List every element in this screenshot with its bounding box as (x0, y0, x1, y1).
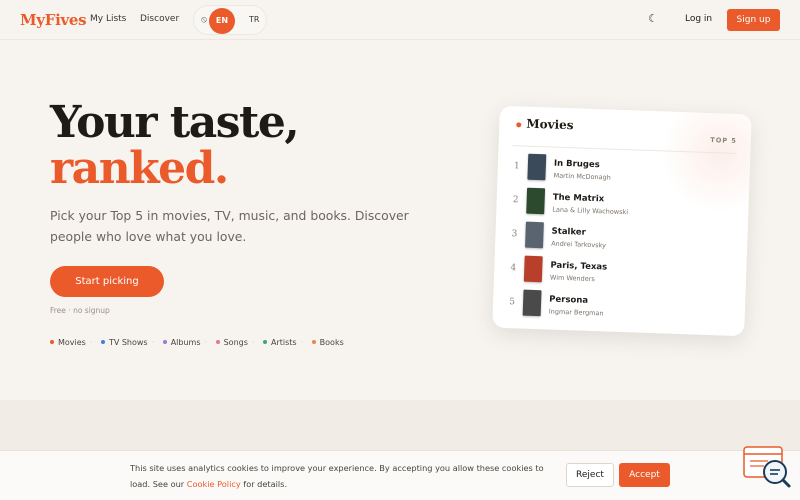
lang-en-button[interactable]: EN (209, 8, 235, 34)
poster-image (527, 153, 547, 181)
card-title-dot (516, 122, 522, 128)
language-switcher: ⦸ EN TR (193, 5, 267, 35)
hero-title-line1: Your taste, (50, 97, 300, 148)
rank-number: 1 (513, 161, 520, 172)
list-item: 5 Persona Ingmar Bergman (507, 288, 728, 326)
reject-button[interactable]: Reject (566, 463, 614, 487)
rank-number: 3 (511, 229, 518, 240)
item-creator: Andrei Tarkovsky (551, 239, 607, 250)
item-creator: Wim Wenders (549, 273, 595, 284)
category-albums[interactable]: Albums (162, 338, 201, 347)
signup-button[interactable]: Sign up (727, 9, 780, 31)
list-item: 2 The Matrix Lana & Lilly Wachowski (510, 186, 731, 224)
accept-button[interactable]: Accept (619, 463, 670, 487)
item-creator: Lana & Lilly Wachowski (552, 205, 629, 217)
category-movies[interactable]: Movies (50, 338, 86, 347)
cookie-text: This site uses analytics cookies to impr… (130, 463, 544, 489)
top5-badge: TOP 5 (710, 136, 738, 145)
list-item: 1 In Bruges Martin McDonagh (511, 152, 732, 190)
globe-off-icon[interactable]: ⦸ (199, 15, 209, 25)
top5-preview-card: Movies TOP 5 1 In Bruges Martin McDonagh… (492, 105, 752, 337)
category-dot (262, 339, 267, 344)
separator: · (89, 338, 93, 347)
separator: · (151, 338, 155, 347)
hero-title-line2: ranked. (50, 143, 229, 194)
list-item: 3 Stalker Andrei Tarkovsky (509, 220, 730, 258)
rank-number: 5 (509, 297, 516, 308)
item-title: Paris, Texas (550, 260, 608, 273)
separator: · (204, 338, 208, 347)
item-creator: Ingmar Bergman (548, 307, 604, 318)
rank-number: 2 (512, 195, 519, 206)
free-note: Free · no signup (50, 306, 110, 315)
moon-icon[interactable]: ☾ (646, 12, 660, 26)
category-songs[interactable]: Songs (215, 338, 248, 347)
list-item: 4 Paris, Texas Wim Wenders (508, 254, 729, 292)
category-books[interactable]: Books (311, 338, 344, 347)
rank-number: 4 (510, 263, 517, 274)
item-title: The Matrix (552, 192, 605, 205)
lang-tr-button[interactable]: TR (249, 15, 259, 24)
login-link[interactable]: Log in (685, 14, 712, 24)
separator: · (300, 338, 304, 347)
poster-image (523, 255, 543, 283)
card-title: Movies (526, 116, 574, 133)
category-dot (215, 339, 220, 344)
item-title: Persona (549, 294, 589, 306)
item-creator: Martin McDonagh (553, 171, 611, 182)
category-tv-shows[interactable]: TV Shows (100, 338, 148, 347)
next-section-band (0, 400, 800, 450)
poster-image (522, 289, 542, 317)
nav-discover[interactable]: Discover (140, 14, 179, 24)
item-title: In Bruges (553, 158, 600, 171)
category-dot (50, 339, 54, 344)
category-artists[interactable]: Artists (262, 338, 297, 347)
top-header: MyFives My Lists Discover ⦸ EN TR ☾ Log … (0, 0, 800, 40)
support-widget-icon[interactable] (742, 445, 792, 489)
category-dot (162, 339, 167, 344)
item-title: Stalker (551, 226, 586, 238)
separator: · (251, 338, 255, 347)
logo[interactable]: MyFives (20, 11, 87, 29)
category-list: Movies · TV Shows · Albums · Songs · Artists… (50, 338, 348, 347)
nav-my-lists[interactable]: My Lists (90, 14, 126, 24)
hero-subtitle: Pick your Top 5 in movies, TV, music, an… (50, 208, 409, 244)
category-dot (311, 339, 316, 344)
cookie-policy-link[interactable]: Cookie Policy (187, 479, 241, 489)
poster-image (525, 221, 544, 249)
start-picking-button[interactable]: Start picking (50, 266, 164, 297)
poster-image (526, 187, 546, 215)
category-dot (100, 339, 105, 344)
